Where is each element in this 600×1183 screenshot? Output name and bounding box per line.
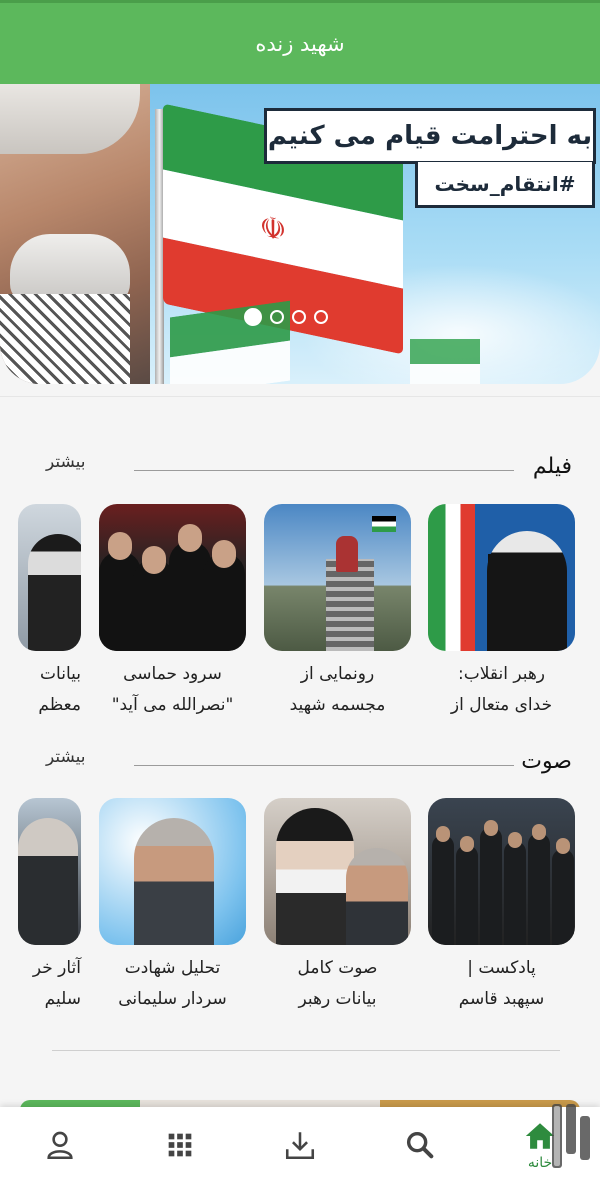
slider-dot-active[interactable]	[244, 308, 262, 326]
nav-profile[interactable]	[0, 1107, 120, 1183]
audio-carousel[interactable]: پادکست | سپهبد قاسم صوت کامل بیانات رهبر…	[0, 798, 600, 1028]
card-title-line1: آثار خر	[32, 958, 81, 978]
film-card[interactable]: رهبر انقلاب: خدای متعال از	[428, 504, 575, 721]
card-title-line2: سپهبد قاسم	[458, 989, 545, 1009]
film-card[interactable]: سرود حماسی "نصرالله می آید"	[99, 504, 246, 721]
film-thumbnail[interactable]	[264, 504, 411, 651]
section-title: فیلم	[532, 454, 572, 479]
iran-flag-far	[410, 339, 480, 384]
film-thumbnail[interactable]	[18, 504, 81, 651]
card-title-line2: سردار سلیمانی	[118, 989, 227, 1009]
audio-card[interactable]: صوت کامل بیانات رهبر	[264, 798, 411, 1015]
more-link-audio[interactable]: بیشتر	[46, 747, 86, 767]
nav-downloads[interactable]	[240, 1107, 360, 1183]
slider-dots	[244, 308, 328, 326]
section-header-audio: صوت بیشتر	[0, 745, 600, 785]
divider	[52, 1050, 560, 1051]
portrait-scarf	[0, 294, 130, 384]
banner-hashtag-box: #انتقام_سخت	[415, 162, 595, 208]
slider-dot[interactable]	[292, 310, 306, 324]
audio-thumbnail[interactable]	[264, 798, 411, 945]
film-card[interactable]: رونمایی از مجسمه شهید	[264, 504, 411, 721]
section-line	[134, 765, 514, 766]
audio-thumbnail[interactable]	[428, 798, 575, 945]
card-title-line1: بیانات	[40, 664, 81, 684]
card-title-line1: رونمایی از	[300, 664, 375, 684]
flag-emblem-icon: ☫	[259, 209, 287, 250]
film-thumbnail[interactable]	[99, 504, 246, 651]
download-icon	[285, 1132, 315, 1160]
card-title-line1: سرود حماسی	[123, 664, 222, 684]
section-line	[134, 470, 514, 471]
grid-icon	[168, 1133, 192, 1157]
card-title-line2: خدای متعال از	[450, 695, 553, 715]
card-title-line2: معظم	[38, 695, 81, 715]
film-thumbnail[interactable]	[428, 504, 575, 651]
nav-categories[interactable]	[120, 1107, 240, 1183]
bottom-navigation: خانه	[0, 1107, 600, 1183]
film-carousel[interactable]: رهبر انقلاب: خدای متعال از رونمایی از مج…	[0, 504, 600, 734]
app-bar: شهید زنده	[0, 0, 600, 84]
card-title-line1: تحلیل شهادت	[124, 958, 221, 978]
user-icon	[47, 1131, 73, 1160]
nav-search[interactable]	[360, 1107, 480, 1183]
banner-headline: به احترامت قیام می کنیم	[267, 121, 593, 151]
section-header-film: فیلم بیشتر	[0, 450, 600, 490]
audio-thumbnail[interactable]	[18, 798, 81, 945]
banner-portrait	[0, 84, 150, 384]
card-title-line1: رهبر انقلاب:	[457, 664, 546, 684]
audio-thumbnail[interactable]	[99, 798, 246, 945]
card-title-line2: "نصرالله می آید"	[111, 695, 234, 715]
card-title-line1: صوت کامل	[297, 958, 378, 978]
audio-card[interactable]: آثار خر سلیم	[0, 798, 81, 1015]
search-icon	[406, 1131, 434, 1159]
audio-card[interactable]: تحلیل شهادت سردار سلیمانی	[99, 798, 246, 1015]
film-card[interactable]: بیانات معظم	[0, 504, 81, 721]
slider-dot[interactable]	[270, 310, 284, 324]
card-title-line1: پادکست |	[467, 958, 536, 978]
portrait-hair	[0, 84, 140, 154]
banner-hashtag: #انتقام_سخت	[434, 171, 576, 196]
card-title-line2: سلیم	[44, 989, 81, 1009]
audio-card[interactable]: پادکست | سپهبد قاسم	[428, 798, 575, 1015]
banner-headline-box: به احترامت قیام می کنیم	[264, 108, 596, 164]
more-link-film[interactable]: بیشتر	[46, 452, 86, 472]
divider	[0, 396, 600, 397]
banner-slider[interactable]: ☫ به احترامت قیام می کنیم #انتقام_سخت	[0, 84, 600, 384]
section-title: صوت	[521, 749, 572, 774]
slider-dot[interactable]	[314, 310, 328, 324]
card-title-line2: مجسمه شهید	[289, 695, 386, 715]
store-logo-watermark	[552, 1104, 590, 1168]
card-title-line2: بیانات رهبر	[298, 989, 377, 1009]
app-title: شهید زنده	[255, 31, 345, 56]
